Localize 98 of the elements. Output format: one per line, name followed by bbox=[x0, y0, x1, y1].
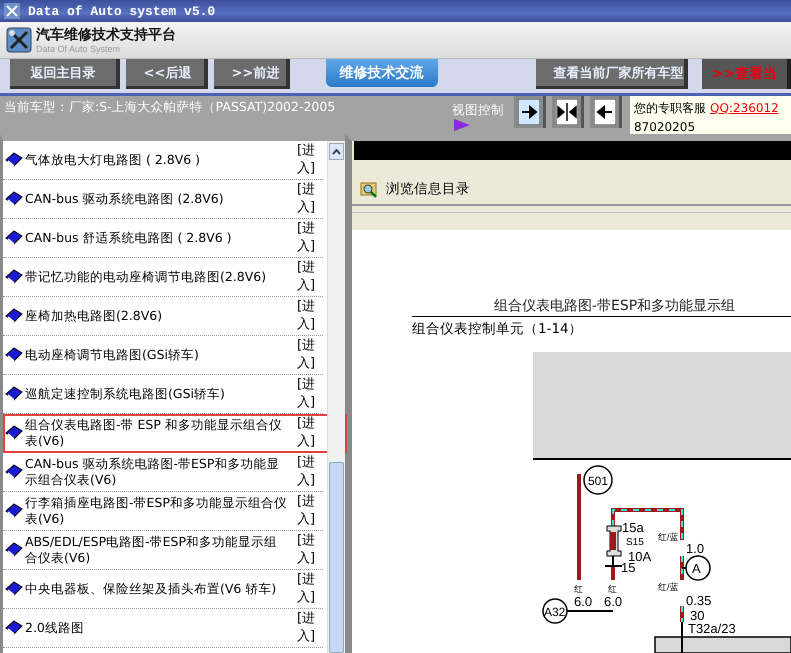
enter-link[interactable]: [进入] bbox=[297, 454, 319, 490]
list-item[interactable]: 中央电器板、保险丝架及插头布置(V6 轿车) [进入] bbox=[3, 570, 323, 609]
diagram-label: 6.0 bbox=[574, 594, 592, 609]
diagram-label: S15 bbox=[626, 537, 644, 548]
support-label: 您的专职客服 bbox=[634, 101, 706, 115]
diagram-label: 红/蓝 bbox=[658, 582, 679, 592]
enter-link[interactable]: [进入] bbox=[297, 532, 319, 568]
app-icon bbox=[4, 3, 20, 19]
item-title: 行李箱插座电路图-带ESP和多功能显示组合仪表(V6) bbox=[24, 495, 288, 527]
browse-catalog-title: 浏览信息目录 bbox=[386, 180, 470, 198]
enter-link[interactable]: [进入] bbox=[297, 376, 319, 412]
triangle-icon bbox=[454, 119, 470, 131]
tools-logo-icon bbox=[6, 27, 32, 53]
connector-circle bbox=[583, 465, 613, 495]
enter-link[interactable]: [进入] bbox=[297, 337, 319, 373]
diagram-label: 红/蓝 bbox=[658, 532, 679, 542]
view-control-label: 视图控制 bbox=[452, 102, 505, 119]
book-icon bbox=[5, 230, 23, 246]
enter-link[interactable]: [进入] bbox=[297, 298, 319, 334]
enter-link[interactable]: [进入] bbox=[297, 610, 319, 646]
list-item[interactable]: 电动座椅调节电路图(GSi轿车) [进入] bbox=[3, 336, 323, 375]
diagram-label: 0.35 bbox=[686, 593, 712, 608]
book-icon bbox=[5, 269, 23, 285]
list-item[interactable]: 组合仪表电路图-带 ESP 和多功能显示组合仪表(V6) [进入] bbox=[3, 414, 347, 453]
enter-link[interactable]: [进入] bbox=[297, 259, 319, 295]
enter-link[interactable]: [进入] bbox=[297, 220, 319, 256]
book-icon bbox=[5, 152, 23, 168]
nav-button[interactable]: 查看当前厂家所有车型 bbox=[536, 59, 688, 89]
list-item[interactable]: CAN-bus 舒适系统电路图 ( 2.8V6 ) [进入] bbox=[3, 219, 323, 258]
connector-line bbox=[682, 567, 686, 569]
list-item[interactable]: 2.0线路图 [进入] bbox=[3, 609, 323, 648]
book-icon bbox=[5, 425, 23, 441]
diagram-label: 6.0 bbox=[604, 594, 622, 609]
phone-number: 87020205 bbox=[634, 119, 696, 134]
item-title: 带记忆功能的电动座椅调节电路图(2.8V6) bbox=[24, 269, 268, 285]
book-icon bbox=[5, 191, 23, 207]
view-button[interactable] bbox=[552, 96, 584, 128]
diagram-label: 1.0 bbox=[686, 541, 704, 556]
qq-link[interactable]: QQ:236012 bbox=[710, 101, 779, 115]
list-item[interactable]: 巡航定速控制系统电路图(GSi轿车) [进入] bbox=[3, 375, 323, 414]
list-item[interactable]: CAN-bus 驱动系统电路图-带ESP和多功能显示组合仪表(V6) [进入] bbox=[3, 453, 323, 492]
connector-line bbox=[567, 610, 613, 612]
book-icon bbox=[5, 542, 23, 558]
diagram-label: A bbox=[692, 561, 701, 576]
connector-circle bbox=[685, 555, 711, 581]
nav-button[interactable]: 返回主目录 bbox=[10, 59, 120, 89]
enter-link[interactable]: [进入] bbox=[297, 571, 319, 607]
split-view-icon bbox=[556, 99, 578, 125]
window-title: Data of Auto system v5.0 bbox=[28, 4, 216, 18]
list-item[interactable]: 气体放电大灯电路图 ( 2.8V6 ) [进入] bbox=[3, 141, 323, 180]
diagram-label: T32a/23 bbox=[688, 621, 736, 636]
app-subtitle: Data Of Auto System bbox=[36, 44, 122, 54]
nav-button[interactable]: >>前进 bbox=[214, 59, 290, 89]
diagram-label: A32 bbox=[544, 605, 566, 619]
nav-button[interactable]: <<后退 bbox=[126, 59, 208, 89]
diagram-label: 红 bbox=[574, 584, 583, 594]
book-icon bbox=[5, 581, 23, 597]
diagram-label: 30 bbox=[690, 608, 704, 623]
book-icon bbox=[5, 464, 23, 480]
enter-link[interactable]: [进入] bbox=[297, 493, 319, 529]
app-title: 汽车维修技术支持平台 bbox=[36, 26, 176, 44]
list-item[interactable]: 座椅加热电路图(2.8V6) [进入] bbox=[3, 297, 323, 336]
list-item[interactable]: 带记忆功能的电动座椅调节电路图(2.8V6) [进入] bbox=[3, 258, 323, 297]
book-icon bbox=[5, 308, 23, 324]
view-button[interactable] bbox=[590, 96, 622, 128]
enter-link[interactable]: [进入] bbox=[297, 142, 319, 178]
item-title: 座椅加热电路图(2.8V6) bbox=[24, 308, 164, 324]
diagram-subtitle: 组合仪表控制单元（1-14） bbox=[412, 316, 791, 338]
connector-circle bbox=[542, 598, 568, 624]
diagram-label: 15a bbox=[622, 520, 644, 535]
item-title: 巡航定速控制系统电路图(GSi轿车) bbox=[24, 386, 226, 402]
enter-link[interactable]: [进入] bbox=[297, 181, 319, 217]
item-title: 电动座椅调节电路图(GSi轿车) bbox=[24, 347, 200, 363]
diagram-title: 组合仪表电路图-带ESP和多功能显示组 bbox=[494, 297, 736, 316]
current-model-text: 当前车型：厂家:S-上海大众帕萨特（PASSAT)2002-2005 bbox=[3, 98, 336, 116]
list-item[interactable]: CAN-bus 驱动系统电路图 (2.8V6) [进入] bbox=[3, 180, 323, 219]
item-title: CAN-bus 驱动系统电路图 (2.8V6) bbox=[24, 191, 225, 207]
book-icon bbox=[5, 347, 23, 363]
item-title: CAN-bus 舒适系统电路图 ( 2.8V6 ) bbox=[24, 230, 233, 246]
expand-right-icon bbox=[518, 99, 540, 125]
book-icon bbox=[5, 620, 23, 636]
item-title: 2.0线路图 bbox=[24, 620, 85, 636]
diagram-label: 501 bbox=[588, 474, 608, 488]
list-item[interactable]: ABS/EDL/ESP电路图-带ESP和多功能显示组合仪表(V6) [进入] bbox=[3, 531, 323, 570]
item-title: 中央电器板、保险丝架及插头布置(V6 轿车) bbox=[24, 581, 278, 597]
item-title: 气体放电大灯电路图 ( 2.8V6 ) bbox=[24, 152, 202, 168]
diagram-label: 红 bbox=[608, 584, 617, 594]
fuse-drawing bbox=[604, 526, 623, 567]
book-icon bbox=[5, 503, 23, 519]
item-title: CAN-bus 驱动系统电路图-带ESP和多功能显示组合仪表(V6) bbox=[24, 456, 280, 488]
view-button[interactable] bbox=[514, 96, 546, 128]
item-title: ABS/EDL/ESP电路图-带ESP和多功能显示组合仪表(V6) bbox=[24, 534, 278, 566]
enter-link[interactable]: [进入] bbox=[297, 415, 319, 451]
list-item[interactable]: 行李箱插座电路图-带ESP和多功能显示组合仪表(V6) [进入] bbox=[3, 492, 323, 531]
expand-left-icon bbox=[594, 99, 616, 125]
book-icon bbox=[5, 386, 23, 402]
item-title: 组合仪表电路图-带 ESP 和多功能显示组合仪表(V6) bbox=[24, 417, 283, 449]
folder-magnifier-icon bbox=[360, 180, 378, 198]
